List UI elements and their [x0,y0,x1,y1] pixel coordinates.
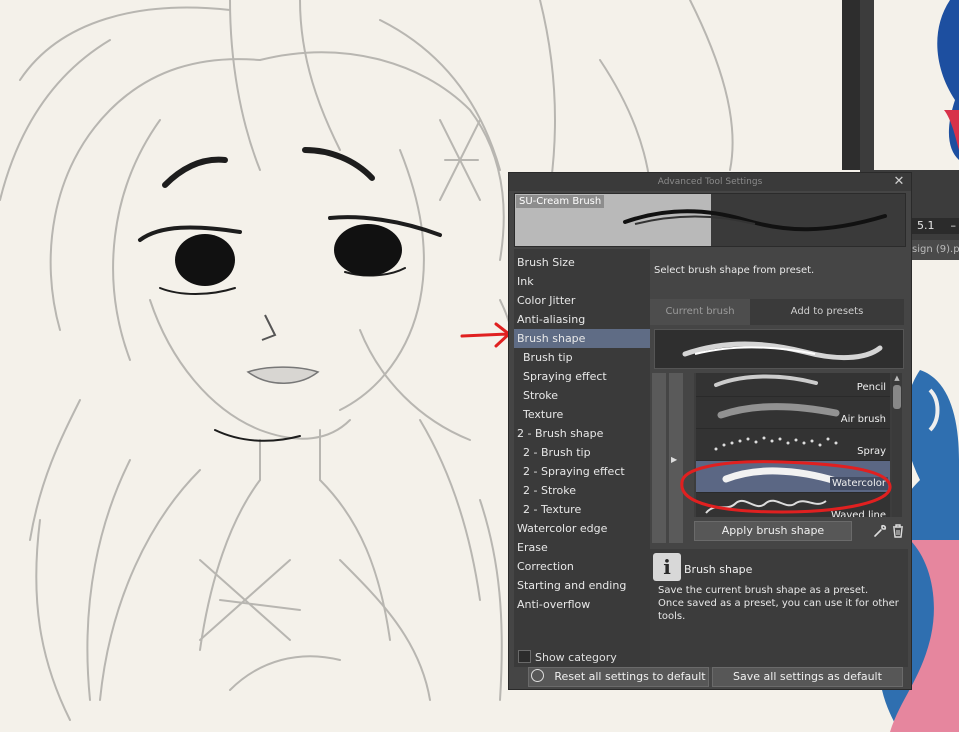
current-shape-preview [654,329,904,369]
reset-icon [531,669,545,682]
category-label: Watercolor edge [517,522,608,535]
canvas-scroll-strip [842,0,860,170]
reset-all-settings-button[interactable]: Reset all settings to default [528,667,709,687]
category-spraying-effect[interactable]: Spraying effect [514,367,650,386]
category-label: 2 - Brush tip [523,446,591,459]
checkbox-icon[interactable] [518,650,531,663]
reset-label: Reset all settings to default [554,670,706,683]
tab-current-brush-shape[interactable]: Current brush shape [650,299,750,343]
close-icon[interactable]: ✕ [893,173,905,191]
brush-name-label: SU-Cream Brush [516,195,605,208]
dialog-titlebar[interactable]: Advanced Tool Settings [509,173,911,191]
advanced-tool-settings-dialog: Advanced Tool Settings ✕ SU-Cream Brush … [508,172,912,690]
category-label: 2 - Texture [523,503,582,516]
category-label: Brush tip [523,351,573,364]
preset-label: Pencil [856,382,886,393]
preset-pencil[interactable]: Pencil [696,373,890,397]
category-label: Erase [517,541,548,554]
category-erase[interactable]: Erase [514,538,650,557]
wrench-icon[interactable] [872,523,888,539]
preset-air-brush[interactable]: Air brush [696,397,890,429]
category-label: Texture [523,408,564,421]
trash-icon[interactable] [890,523,906,539]
category-2-brush-shape[interactable]: 2 - Brush shape [514,424,650,443]
category-label: Color Jitter [517,294,576,307]
info-text-line: Save the current brush shape as a preset… [658,585,869,596]
category-brush-tip[interactable]: Brush tip [514,348,650,367]
show-category-label: Show category [535,651,617,664]
category-label: Anti-aliasing [517,313,586,326]
category-starting-and-ending[interactable]: Starting and ending [514,576,650,595]
category-label: 2 - Brush shape [517,427,604,440]
scroll-thumb[interactable] [893,385,901,409]
info-icon: i [653,553,681,581]
category-stroke[interactable]: Stroke [514,386,650,405]
panel-expander[interactable] [652,373,666,543]
scroll-up-icon[interactable]: ▲ [892,373,902,383]
category-label: Brush Size [517,256,575,269]
shape-tabs: Current brush shape Add to presets [650,299,908,343]
category-anti-overflow[interactable]: Anti-overflow [514,595,650,614]
size-decrement[interactable]: – [935,219,957,232]
category-anti-aliasing[interactable]: Anti-aliasing [514,310,650,329]
show-category-toggle[interactable]: Show category [518,650,617,666]
size-field[interactable]: 5.1– [912,218,959,234]
current-stroke [682,341,883,361]
category-label: Starting and ending [517,579,627,592]
category-label: Anti-overflow [517,598,591,611]
brush-preview: SU-Cream Brush [514,193,906,247]
category-texture[interactable]: Texture [514,405,650,424]
apply-brush-shape-button[interactable]: Apply brush shape [694,521,852,541]
info-box: i Brush shape Save the current brush sha… [650,549,908,667]
category-list: Brush Size Ink Color Jitter Anti-aliasin… [514,249,650,667]
dialog-title: Advanced Tool Settings [657,177,763,187]
save-all-settings-button[interactable]: Save all settings as default [712,667,903,687]
category-label: 2 - Spraying effect [523,465,625,478]
size-value: 5.1 [917,219,935,232]
annotation-arrow [460,322,511,348]
category-brush-size[interactable]: Brush Size [514,253,650,272]
tab-add-to-presets[interactable]: Add to presets [750,299,904,325]
category-label: 2 - Stroke [523,484,577,497]
category-2-texture[interactable]: 2 - Texture [514,500,650,519]
category-label: Ink [517,275,534,288]
category-2-stroke[interactable]: 2 - Stroke [514,481,650,500]
category-2-spraying-effect[interactable]: 2 - Spraying effect [514,462,650,481]
category-label: Spraying effect [523,370,607,383]
category-correction[interactable]: Correction [514,557,650,576]
category-2-brush-tip[interactable]: 2 - Brush tip [514,443,650,462]
category-color-jitter[interactable]: Color Jitter [514,291,650,310]
info-title: Brush shape [684,563,753,576]
info-text-line: Once saved as a preset, you can use it f… [658,598,899,609]
document-tab[interactable]: sign (9).p [912,240,959,260]
category-brush-shape[interactable]: Brush shape [514,329,650,348]
category-watercolor-edge[interactable]: Watercolor edge [514,519,650,538]
annotation-circle [680,460,892,514]
panel-hint: Select brush shape from preset. [654,265,815,276]
dialog-footer: Reset all settings to default Save all s… [514,667,906,687]
info-text-line: tools. [658,611,686,622]
category-label: Brush shape [517,332,586,345]
info-text: Save the current brush shape as a preset… [658,584,903,623]
preset-label: Air brush [840,414,886,425]
category-ink[interactable]: Ink [514,272,650,291]
category-label: Stroke [523,389,559,402]
category-label: Correction [517,560,574,573]
